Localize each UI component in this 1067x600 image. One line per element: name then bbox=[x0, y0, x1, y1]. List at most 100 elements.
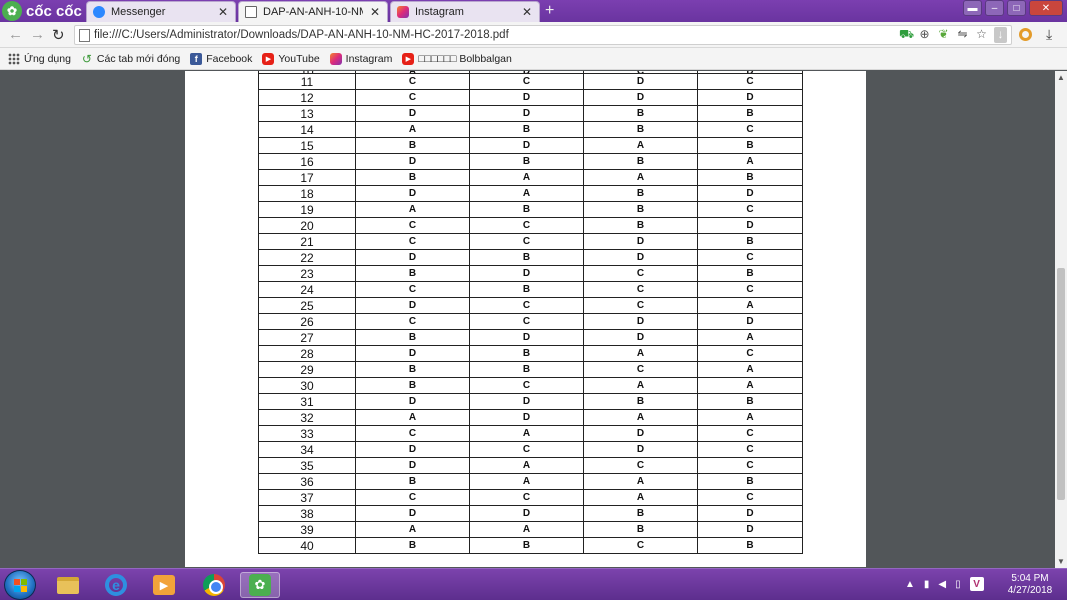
answer-cell: A bbox=[469, 457, 584, 474]
question-number: 20 bbox=[258, 217, 356, 234]
bookmark-youtube[interactable]: ▶ YouTube bbox=[262, 52, 320, 65]
bookmark-label: □□□□□□ Bolbbalgan bbox=[418, 52, 512, 65]
pdf-page: 10ADCD11CCDC12CDDD13DDBB14ABBC15BDAB16DB… bbox=[185, 71, 866, 567]
answer-cell: A bbox=[697, 329, 803, 346]
answer-cell: C bbox=[583, 265, 698, 282]
question-number: 36 bbox=[258, 473, 356, 490]
star-icon[interactable]: ☆ bbox=[975, 27, 988, 43]
answer-cell: C bbox=[355, 425, 470, 442]
download-icon[interactable]: ⤓ bbox=[1046, 26, 1052, 43]
new-tab-icon[interactable]: + bbox=[545, 2, 554, 20]
answer-cell: B bbox=[583, 521, 698, 538]
chrome-icon[interactable] bbox=[194, 572, 234, 598]
answer-cell: A bbox=[355, 121, 470, 138]
address-toolbar: ← → ↻ file:///C:/Users/Administrator/Dow… bbox=[0, 22, 1067, 48]
zoom-icon[interactable]: ⊕ bbox=[918, 27, 931, 43]
url-text[interactable]: file:///C:/Users/Administrator/Downloads… bbox=[94, 29, 509, 41]
tab-title: Messenger bbox=[111, 6, 166, 18]
leaf-icon[interactable]: ❦ bbox=[937, 27, 950, 43]
close-window-icon[interactable]: ✕ bbox=[1029, 0, 1063, 16]
answer-cell: D bbox=[469, 105, 584, 122]
forward-icon[interactable]: → bbox=[30, 26, 45, 43]
internet-explorer-icon[interactable]: e bbox=[96, 572, 136, 598]
battery-icon[interactable]: ▯ bbox=[955, 579, 961, 591]
coccoc-icon[interactable]: ✿ bbox=[240, 572, 280, 598]
close-icon[interactable]: ✕ bbox=[369, 5, 381, 19]
table-row: 23 B D C B bbox=[258, 265, 803, 282]
answer-cell: D bbox=[355, 153, 470, 170]
answer-cell: B bbox=[697, 265, 803, 282]
bookmark-facebook[interactable]: f Facebook bbox=[190, 52, 253, 65]
show-hidden-icons-icon[interactable]: ▲ bbox=[905, 579, 915, 591]
bookmark-recent-tabs[interactable]: ↺ Các tab mới đóng bbox=[81, 52, 180, 66]
answer-cell: D bbox=[355, 505, 470, 522]
bookmark-bolbbalgan[interactable]: ▶ □□□□□□ Bolbbalgan bbox=[402, 52, 512, 65]
bookmark-label: Facebook bbox=[206, 52, 253, 65]
scroll-down-icon[interactable]: ▼ bbox=[1057, 557, 1065, 566]
answer-cell: C bbox=[697, 489, 803, 506]
vietkey-icon[interactable]: V bbox=[969, 577, 984, 591]
maximize-icon[interactable]: □ bbox=[1007, 0, 1026, 16]
answer-cell: D bbox=[697, 89, 803, 106]
back-icon[interactable]: ← bbox=[8, 26, 23, 43]
answer-cell: C bbox=[697, 425, 803, 442]
answer-cell: C bbox=[697, 441, 803, 458]
answer-cell: A bbox=[697, 297, 803, 314]
question-number: 38 bbox=[258, 505, 356, 522]
extension-icon[interactable] bbox=[1019, 28, 1032, 41]
table-row: 38 D D B D bbox=[258, 505, 803, 522]
media-player-icon[interactable]: ▶ bbox=[144, 572, 184, 598]
bookmark-label: Instagram bbox=[345, 52, 393, 65]
start-icon[interactable] bbox=[4, 570, 36, 600]
answer-cell: D bbox=[697, 313, 803, 330]
brand-label: cốc cốc bbox=[26, 2, 82, 20]
table-row: 22 D B D C bbox=[258, 249, 803, 266]
minimize-icon[interactable]: – bbox=[985, 0, 1004, 16]
browser-brand[interactable]: ✿ cốc cốc bbox=[0, 0, 86, 22]
bookmark-apps[interactable]: Ứng dụng bbox=[8, 52, 71, 65]
answer-cell: D bbox=[469, 329, 584, 346]
user-icon[interactable]: ▬ bbox=[963, 0, 982, 16]
taskbar: e ▶ ✿ ▲ ▮ ◀ ▯ V 5:04 PM 4/27/2018 bbox=[0, 568, 1067, 600]
tab-pdf[interactable]: DAP-AN-ANH-10-NM-HC ✕ bbox=[238, 1, 388, 22]
pdf-viewer: 10ADCD11CCDC12CDDD13DDBB14ABBC15BDAB16DB… bbox=[0, 71, 1055, 568]
scroll-up-icon[interactable]: ▲ bbox=[1057, 73, 1065, 82]
answer-cell: B bbox=[697, 169, 803, 186]
address-bar[interactable]: file:///C:/Users/Administrator/Downloads… bbox=[74, 25, 1012, 45]
answer-cell: D bbox=[583, 313, 698, 330]
table-row: 35 D A C C bbox=[258, 457, 803, 474]
volume-icon[interactable]: ◀ bbox=[938, 579, 946, 591]
tab-messenger[interactable]: Messenger ✕ bbox=[86, 1, 236, 22]
table-row: 29 B B C A bbox=[258, 361, 803, 378]
answer-cell: B bbox=[697, 233, 803, 250]
clock-time: 5:04 PM bbox=[1011, 573, 1049, 584]
answer-cell: C bbox=[697, 73, 803, 90]
answer-cell: B bbox=[697, 393, 803, 410]
answer-cell: A bbox=[469, 425, 584, 442]
close-icon[interactable]: ✕ bbox=[217, 5, 229, 19]
answer-cell: B bbox=[355, 329, 470, 346]
answer-cell: C bbox=[355, 89, 470, 106]
answer-cell: B bbox=[355, 473, 470, 490]
bookmark-instagram[interactable]: Instagram bbox=[329, 52, 393, 65]
vertical-scrollbar[interactable]: ▲ ▼ bbox=[1055, 71, 1067, 568]
answer-cell: D bbox=[583, 249, 698, 266]
network-icon[interactable]: ▮ bbox=[924, 579, 930, 591]
cart-icon[interactable]: ⛟ bbox=[899, 27, 914, 43]
scroll-thumb[interactable] bbox=[1057, 268, 1065, 500]
clock[interactable]: 5:04 PM 4/27/2018 bbox=[1000, 573, 1060, 597]
answer-cell: A bbox=[697, 361, 803, 378]
reload-icon[interactable]: ↻ bbox=[52, 26, 65, 44]
folder-icon[interactable] bbox=[48, 572, 88, 598]
translate-icon[interactable]: ⇋ bbox=[956, 27, 969, 43]
close-icon[interactable]: ✕ bbox=[521, 5, 533, 19]
system-tray: ▲ ▮ ◀ ▯ V bbox=[905, 577, 984, 591]
answer-cell: C bbox=[355, 217, 470, 234]
answer-cell: D bbox=[583, 89, 698, 106]
answer-cell: B bbox=[583, 217, 698, 234]
tab-instagram[interactable]: Instagram ✕ bbox=[390, 1, 540, 22]
answer-cell: C bbox=[697, 345, 803, 362]
answer-cell: C bbox=[697, 249, 803, 266]
answer-cell: D bbox=[355, 457, 470, 474]
save-video-icon[interactable]: ↓ bbox=[994, 27, 1007, 43]
